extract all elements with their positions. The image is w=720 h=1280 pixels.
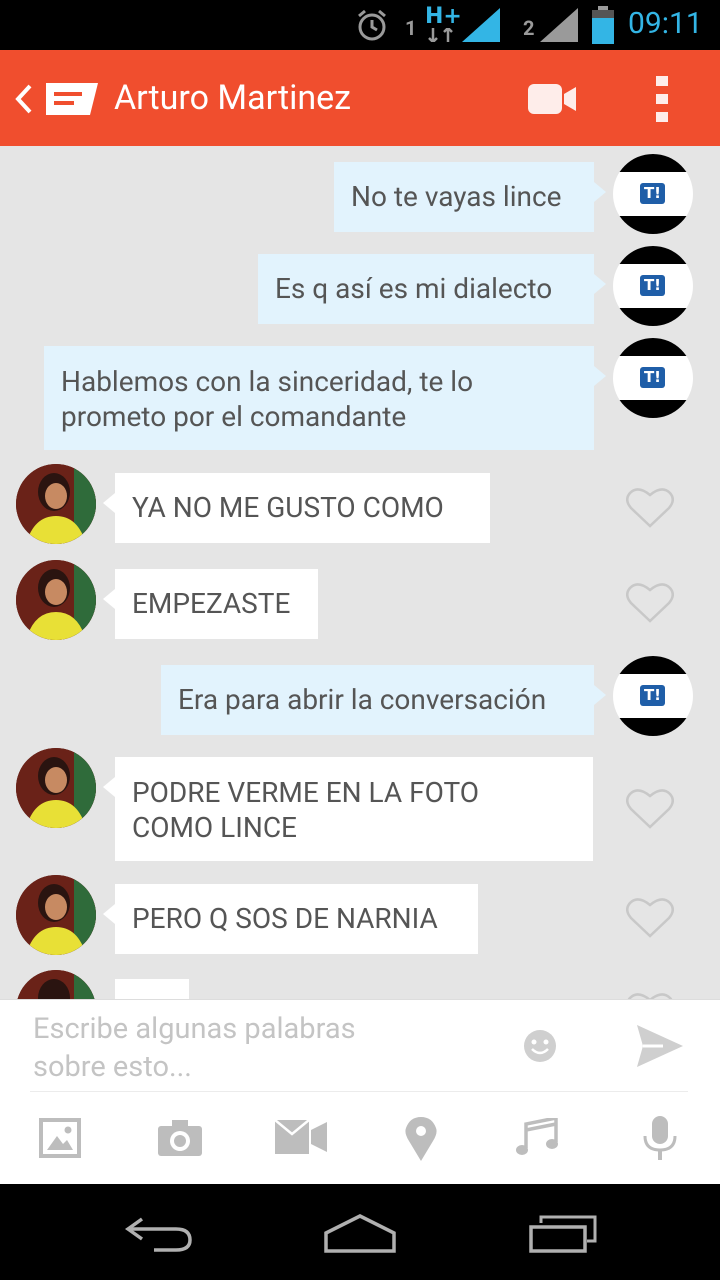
sim2-label: 2 xyxy=(523,16,535,40)
my-avatar[interactable]: T! xyxy=(613,246,693,326)
like-heart-icon[interactable] xyxy=(626,991,674,999)
like-heart-icon[interactable] xyxy=(626,896,674,938)
outgoing-message[interactable]: Era para abrir la conversación xyxy=(161,665,606,735)
incoming-message[interactable]: PERO Q SOS DE NARNIA xyxy=(103,884,478,954)
battery-icon xyxy=(592,6,614,44)
message-text: EMPEZASTE xyxy=(132,587,291,620)
contact-photo xyxy=(16,875,96,955)
contact-avatar[interactable] xyxy=(16,464,96,544)
contact-photo xyxy=(16,970,96,999)
incoming-message[interactable]: YA NO ME GUSTO COMO xyxy=(103,473,490,543)
overflow-menu-icon[interactable] xyxy=(656,76,668,122)
avatar-logo: T! xyxy=(640,685,665,706)
network-type-label: H+ xyxy=(425,4,462,29)
contact-avatar[interactable] xyxy=(16,560,96,640)
alarm-icon xyxy=(358,9,386,41)
video-icon[interactable] xyxy=(275,1120,327,1154)
message-text: Era para abrir la conversación xyxy=(178,683,547,716)
signal-2-icon xyxy=(540,8,578,42)
clock: 09:11 xyxy=(628,6,703,41)
like-heart-icon[interactable] xyxy=(626,787,674,829)
microphone-icon[interactable] xyxy=(643,1116,677,1162)
my-avatar[interactable]: T! xyxy=(613,656,693,736)
incoming-message[interactable]: PODRE VERME EN LA FOTO COMO LINCE xyxy=(103,757,593,861)
avatar-logo: T! xyxy=(640,275,665,296)
back-chevron-icon[interactable] xyxy=(14,84,34,114)
like-heart-icon[interactable] xyxy=(626,486,674,528)
contact-avatar[interactable] xyxy=(16,748,96,828)
message-text: YA NO ME GUSTO COMO xyxy=(132,491,444,524)
sim1-label: 1 xyxy=(405,16,417,40)
like-heart-icon[interactable] xyxy=(626,581,674,623)
contact-avatar[interactable] xyxy=(16,875,96,955)
message-text-line1: PODRE VERME EN LA FOTO xyxy=(132,776,480,809)
data-arrows-icon xyxy=(428,28,453,42)
message-text-line2: prometo por el comandante xyxy=(61,400,407,433)
my-avatar[interactable]: T! xyxy=(613,338,693,418)
app-bar: Arturo Martinez xyxy=(0,50,720,146)
composer-divider xyxy=(30,1091,688,1092)
contact-photo xyxy=(16,560,96,640)
contact-photo xyxy=(16,464,96,544)
outgoing-message[interactable]: Hablemos con la sinceridad, te lo promet… xyxy=(44,346,606,450)
placeholder-line1: Escribe algunas palabras xyxy=(33,1012,356,1046)
contact-avatar[interactable] xyxy=(16,970,96,999)
navigation-bar xyxy=(0,1184,720,1280)
message-text-line2: COMO LINCE xyxy=(132,811,297,844)
chat-area[interactable]: No te vayas lince T! Es q así es mi dial… xyxy=(0,146,720,999)
contact-name[interactable]: Arturo Martinez xyxy=(114,78,351,118)
message-text: PERO Q SOS DE NARNIA xyxy=(132,902,438,935)
message-text: No te vayas lince xyxy=(351,180,562,213)
composer: Escribe algunas palabras sobre esto... xyxy=(0,999,720,1185)
outgoing-message[interactable]: No te vayas lince xyxy=(334,162,606,232)
status-bar: 1 H+ 2 09:11 xyxy=(0,0,720,50)
avatar-logo: T! xyxy=(640,183,665,204)
avatar-logo: T! xyxy=(640,367,665,388)
recent-apps-icon[interactable] xyxy=(527,1215,599,1255)
incoming-message[interactable]: EMPEZASTE xyxy=(103,569,318,639)
message-input[interactable]: Escribe algunas palabras sobre esto... xyxy=(33,1010,453,1086)
location-icon[interactable] xyxy=(404,1117,438,1161)
message-icon[interactable] xyxy=(46,83,98,115)
home-icon[interactable] xyxy=(322,1213,398,1253)
video-call-icon[interactable] xyxy=(528,84,576,114)
back-icon[interactable] xyxy=(124,1216,194,1252)
emoji-icon[interactable] xyxy=(523,1029,557,1063)
outgoing-message[interactable]: Es q así es mi dialecto xyxy=(258,254,606,324)
camera-icon[interactable] xyxy=(158,1120,202,1156)
signal-icon xyxy=(462,8,500,42)
send-icon[interactable] xyxy=(637,1025,683,1067)
music-icon[interactable] xyxy=(516,1118,564,1160)
incoming-message-partial[interactable] xyxy=(115,979,189,999)
message-text: Es q así es mi dialecto xyxy=(275,272,553,305)
image-icon[interactable] xyxy=(39,1118,81,1158)
contact-photo xyxy=(16,748,96,828)
message-text-line1: Hablemos con la sinceridad, te lo xyxy=(61,365,474,398)
my-avatar[interactable]: T! xyxy=(613,154,693,234)
placeholder-line2: sobre esto... xyxy=(33,1050,192,1084)
